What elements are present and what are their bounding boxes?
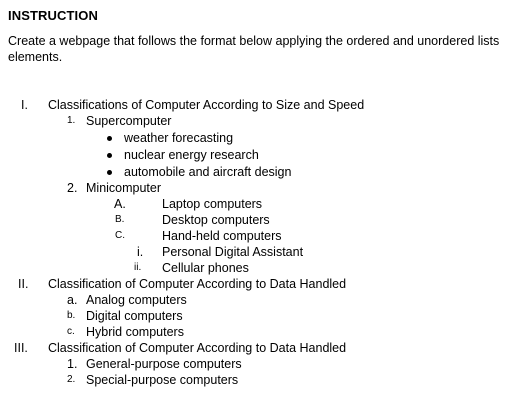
roman-marker: ii. <box>134 262 142 273</box>
list-item-text: Minicomputer <box>86 181 162 195</box>
list-item-text: General-purpose computers <box>86 357 242 371</box>
list-item-text: Desktop computers <box>162 213 270 227</box>
document-page: INSTRUCTION Create a webpage that follow… <box>0 0 521 402</box>
list-item: a. Analog computers <box>0 292 521 308</box>
roman-marker: I. <box>21 98 28 112</box>
letter-marker: C. <box>115 230 125 241</box>
list-item-text: Hand-held computers <box>162 229 282 243</box>
number-marker: 1. <box>67 357 78 371</box>
bullet-item: automobile and aircraft design <box>0 164 521 180</box>
list-item-text: Hybrid computers <box>86 325 184 339</box>
bullet-icon <box>107 170 112 175</box>
section-item: III. Classification of Computer Accordin… <box>0 340 521 356</box>
list-item: b. Digital computers <box>0 308 521 324</box>
list-item-text: Digital computers <box>86 309 183 323</box>
bullet-icon <box>107 136 112 141</box>
bullet-text: automobile and aircraft design <box>124 165 292 179</box>
list-item: i. Personal Digital Assistant <box>0 244 521 260</box>
roman-marker: III. <box>14 341 28 355</box>
letter-marker: A. <box>114 197 126 211</box>
section-title: Classifications of Computer According to… <box>48 98 365 112</box>
list-item-text: Special-purpose computers <box>86 373 239 387</box>
bullet-text: weather forecasting <box>124 131 234 145</box>
letter-marker: a. <box>67 293 78 307</box>
bullet-text: nuclear energy research <box>124 148 259 162</box>
list-item: B. Desktop computers <box>0 212 521 228</box>
letter-marker: b. <box>67 310 76 321</box>
list-item-text: Cellular phones <box>162 261 249 275</box>
section-item: I. Classifications of Computer According… <box>0 97 521 113</box>
number-marker: 2. <box>67 374 76 385</box>
instruction-heading: INSTRUCTION <box>8 8 98 23</box>
roman-marker: i. <box>137 245 144 259</box>
bullet-item: weather forecasting <box>0 130 521 146</box>
list-item: 2. Special-purpose computers <box>0 372 521 388</box>
list-item: 1. General-purpose computers <box>0 356 521 372</box>
number-marker: 2. <box>67 181 78 195</box>
list-item: 1. Supercomputer <box>0 113 521 129</box>
section-item: II. Classification of Computer According… <box>0 276 521 292</box>
letter-marker: B. <box>115 214 125 225</box>
roman-marker: II. <box>18 277 29 291</box>
instruction-text: Create a webpage that follows the format… <box>8 34 500 64</box>
list-item: c. Hybrid computers <box>0 324 521 340</box>
list-item-text: Supercomputer <box>86 114 172 128</box>
section-title: Classification of Computer According to … <box>48 277 347 291</box>
number-marker: 1. <box>67 115 76 126</box>
list-item-text: Personal Digital Assistant <box>162 245 304 259</box>
letter-marker: c. <box>67 326 75 337</box>
list-item-text: Laptop computers <box>162 197 263 211</box>
list-item: ii. Cellular phones <box>0 260 521 276</box>
list-item: C. Hand-held computers <box>0 228 521 244</box>
list-item-text: Analog computers <box>86 293 187 307</box>
list-item: 2. Minicomputer <box>0 180 521 196</box>
bullet-icon <box>107 153 112 158</box>
section-title: Classification of Computer According to … <box>48 341 347 355</box>
list-item: A. Laptop computers <box>0 196 521 212</box>
bullet-item: nuclear energy research <box>0 147 521 163</box>
